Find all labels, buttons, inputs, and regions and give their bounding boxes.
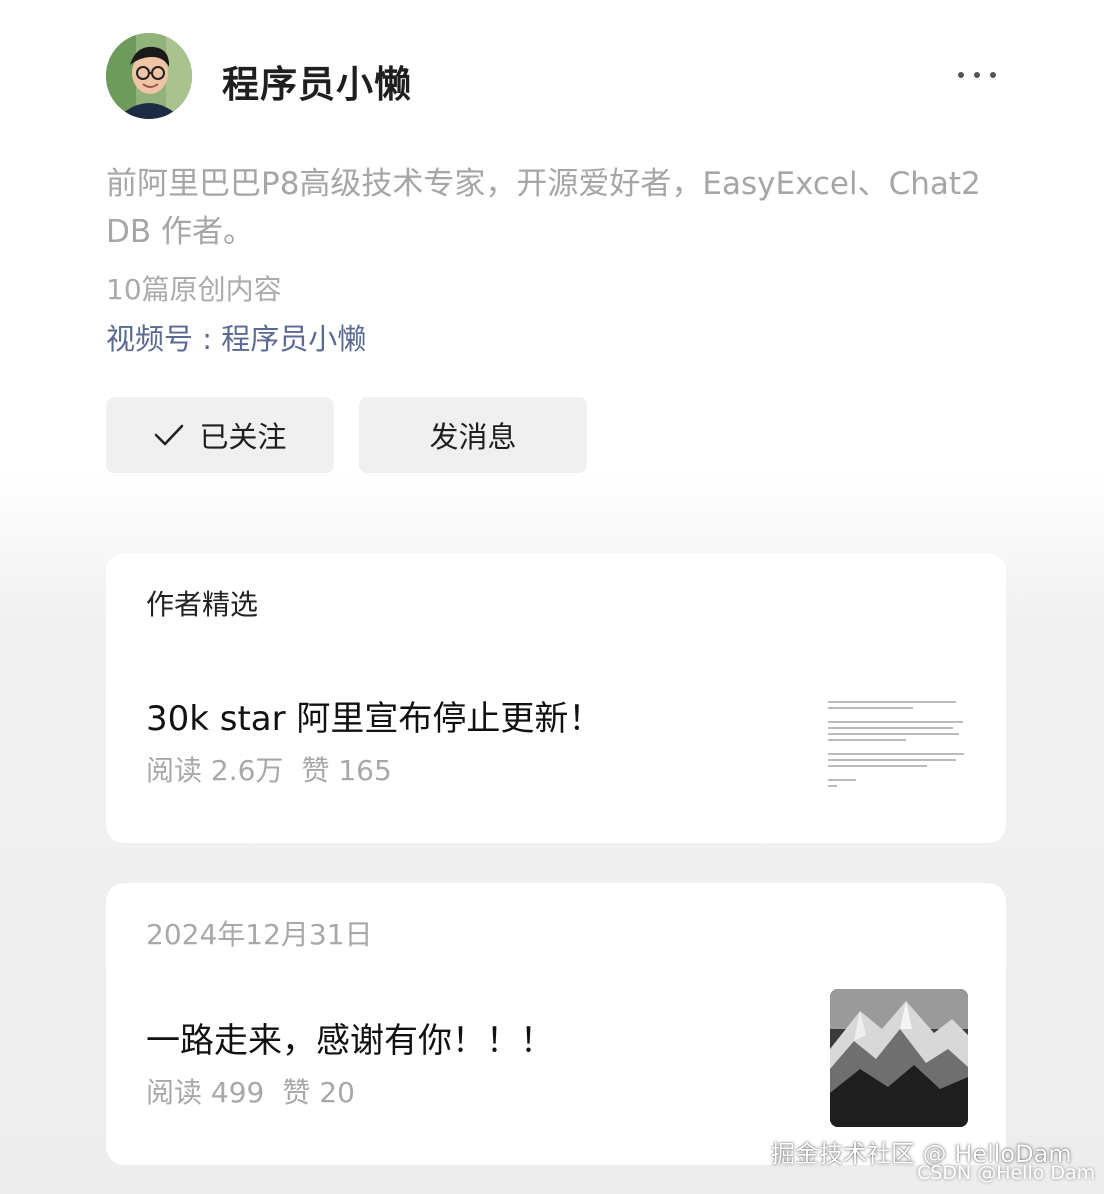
- dot: [990, 72, 996, 78]
- follow-label: 已关注: [199, 420, 287, 454]
- csdn-watermark: CSDN @Hello Dam: [917, 1162, 1096, 1184]
- post-card[interactable]: 2024年12月31日 一路走来，感谢有你！！！ 阅读 499 赞 20: [106, 883, 1006, 1165]
- dot: [974, 72, 980, 78]
- article-title[interactable]: 30k star 阿里宣布停止更新！: [146, 691, 602, 740]
- avatar[interactable]: [106, 33, 192, 119]
- channel-link[interactable]: 视频号 : 程序员小懒: [106, 316, 366, 358]
- mountain-image: [830, 989, 968, 1127]
- article-title[interactable]: 一路走来，感谢有你！！！: [146, 1013, 554, 1062]
- read-count: 阅读 2.6万: [146, 754, 284, 787]
- profile-name: 程序员小懒: [222, 63, 412, 106]
- follow-button[interactable]: 已关注: [106, 397, 334, 473]
- article-thumbnail[interactable]: [830, 989, 968, 1127]
- dot: [958, 72, 964, 78]
- read-count: 阅读 499: [146, 1076, 265, 1109]
- original-count: 10篇原创内容: [106, 273, 282, 306]
- message-button[interactable]: 发消息: [359, 397, 587, 473]
- article-stats: 阅读 499 赞 20: [146, 1071, 355, 1111]
- article-thumbnail[interactable]: [828, 701, 970, 805]
- more-dots-icon[interactable]: [952, 60, 1002, 90]
- post-date: 2024年12月31日: [146, 918, 373, 951]
- check-icon: [155, 424, 184, 446]
- featured-card[interactable]: 作者精选 30k star 阿里宣布停止更新！ 阅读 2.6万赞 165: [106, 553, 1006, 843]
- profile-bio: 前阿里巴巴P8高级技术专家，开源爱好者，EasyExcel、Chat2DB 作者…: [106, 166, 981, 250]
- article-stats: 阅读 2.6万赞 165: [146, 749, 392, 789]
- like-count: 赞 20: [282, 1076, 355, 1109]
- section-title: 作者精选: [146, 588, 259, 621]
- like-count: 赞 165: [301, 754, 392, 787]
- avatar-image: [106, 33, 192, 119]
- message-label: 发消息: [429, 420, 517, 454]
